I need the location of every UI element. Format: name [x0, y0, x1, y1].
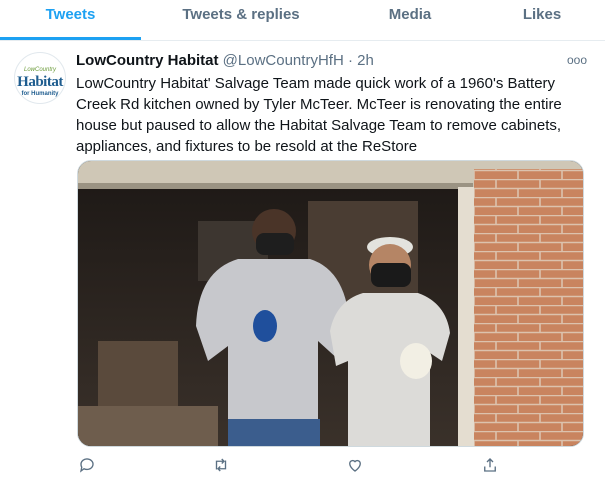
avatar[interactable]: LowCountry Habitat for Humanity — [14, 52, 66, 104]
author-name[interactable]: LowCountry Habitat — [76, 52, 219, 69]
tweet-photo[interactable] — [77, 160, 584, 447]
reply-icon[interactable] — [78, 456, 100, 478]
tweet[interactable]: LowCountry Habitat for Humanity LowCount… — [0, 42, 605, 488]
profile-tabs: Tweets Tweets & replies Media Likes — [0, 0, 605, 41]
more-options-icon[interactable]: ooo — [567, 53, 587, 67]
tweet-actions — [76, 456, 506, 478]
avatar-logo-top: LowCountry — [23, 67, 56, 73]
like-icon[interactable] — [346, 456, 368, 478]
tweet-text: LowCountry Habitat' Salvage Team made qu… — [76, 75, 562, 155]
tab-tweets[interactable]: Tweets — [0, 0, 141, 40]
header-separator: · — [347, 52, 353, 69]
tweet-timestamp[interactable]: 2h — [357, 52, 374, 69]
author-handle[interactable]: @LowCountryHfH — [223, 52, 344, 69]
avatar-logo-main: Habitat — [17, 74, 63, 90]
share-icon[interactable] — [481, 456, 503, 478]
avatar-logo-bottom: for Humanity — [21, 91, 59, 97]
tab-media[interactable]: Media — [341, 0, 479, 40]
photo-illustration — [78, 161, 583, 446]
tab-tweets-and-replies[interactable]: Tweets & replies — [141, 0, 341, 40]
retweet-icon[interactable] — [212, 456, 234, 478]
tweet-header: LowCountry Habitat @LowCountryHfH · 2h — [76, 52, 374, 69]
tab-likes[interactable]: Likes — [479, 0, 605, 40]
